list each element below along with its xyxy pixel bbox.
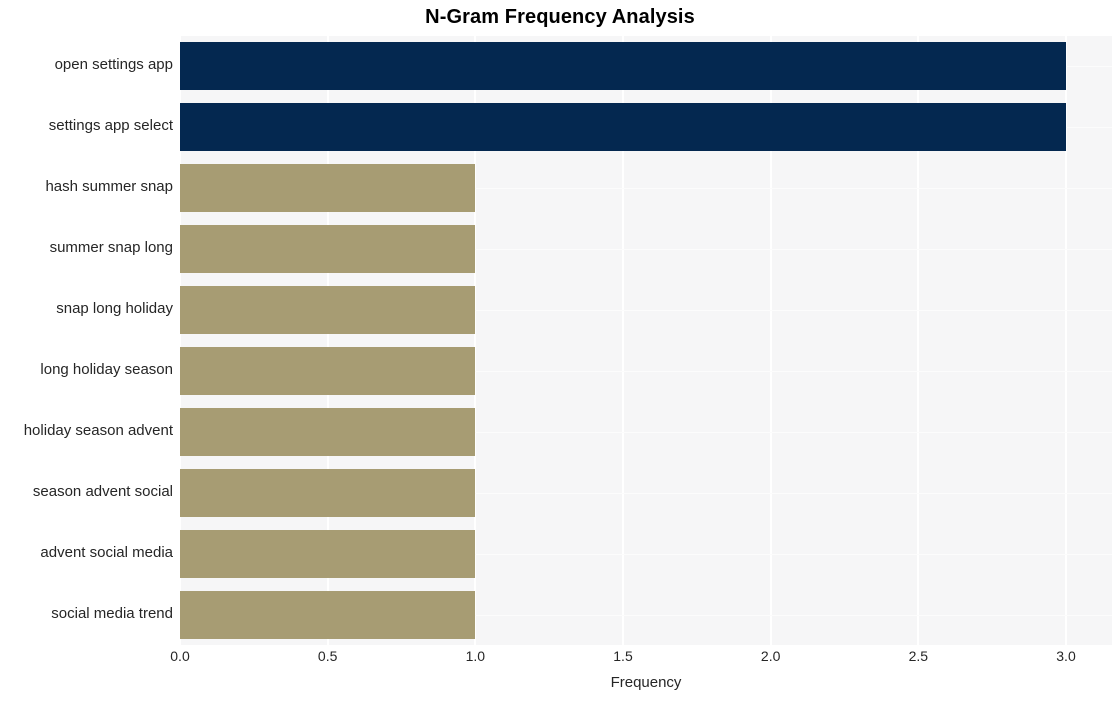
bar[interactable] — [180, 530, 475, 578]
bar[interactable] — [180, 408, 475, 456]
x-axis-tick-labels: 0.0 0.5 1.0 1.5 2.0 2.5 3.0 — [170, 648, 1112, 670]
y-axis-tick-label: holiday season advent — [23, 422, 173, 439]
x-axis-tick-label: 0.5 — [317, 648, 338, 664]
y-axis-tick-label: settings app select — [48, 117, 173, 134]
x-axis-tick-label: 2.0 — [760, 648, 781, 664]
x-axis-tick-label: 1.5 — [613, 648, 633, 664]
bar[interactable] — [180, 591, 475, 639]
y-axis-tick-label: long holiday season — [40, 361, 173, 378]
x-axis-title: Frequency — [610, 674, 682, 691]
bar[interactable] — [180, 286, 475, 334]
y-axis-tick-label: snap long holiday — [56, 300, 173, 317]
bar[interactable] — [180, 469, 475, 517]
y-axis-tick-labels: open settings app settings app select hash… — [0, 36, 173, 645]
x-axis-tick-label: 0.0 — [170, 648, 190, 664]
x-axis-tick-label: 3.0 — [1056, 648, 1076, 664]
y-axis-tick-label: open settings app — [54, 56, 173, 73]
x-axis-tick-label: 2.5 — [908, 648, 929, 664]
y-axis-tick-label: season advent social — [32, 483, 173, 500]
y-axis-tick-label: hash summer snap — [45, 178, 173, 195]
y-axis-tick-label: summer snap long — [49, 239, 173, 256]
bar[interactable] — [180, 347, 475, 395]
bar[interactable] — [180, 164, 475, 212]
chart-title: N-Gram Frequency Analysis — [425, 6, 695, 28]
plot-area — [180, 36, 1112, 645]
bar[interactable] — [180, 225, 475, 273]
x-axis-tick-label: 1.0 — [465, 648, 486, 664]
bar[interactable] — [180, 42, 1066, 90]
y-axis-tick-label: social media trend — [51, 605, 173, 622]
y-axis-tick-label: advent social media — [40, 544, 173, 561]
chart-figure: N-Gram Frequency Analysis open settings … — [0, 0, 1120, 701]
bar[interactable] — [180, 103, 1066, 151]
